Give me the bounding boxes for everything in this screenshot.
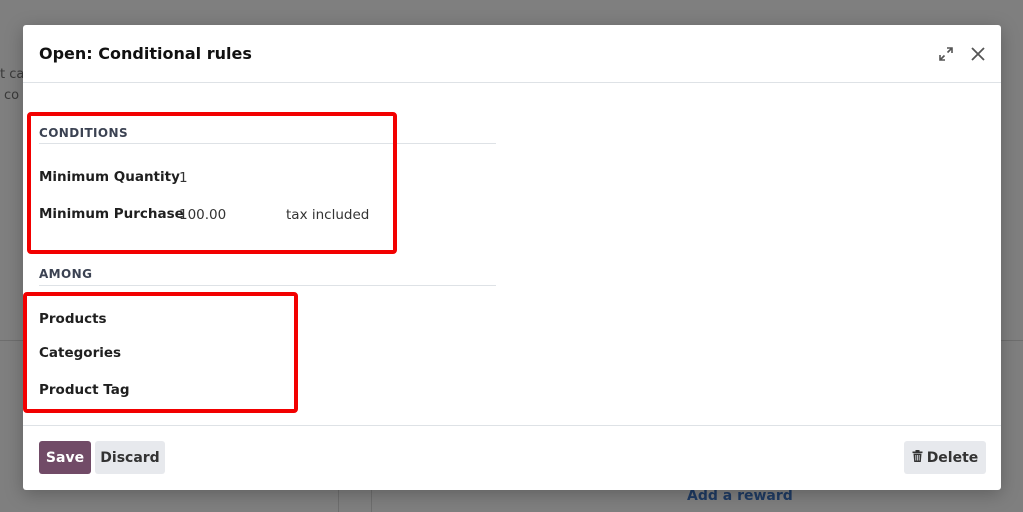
trash-icon [912, 449, 923, 466]
dialog-title: Open: Conditional rules [39, 44, 252, 63]
among-divider [39, 285, 496, 286]
conditional-rules-dialog: Open: Conditional rules CONDITIONS Minim… [23, 25, 1001, 490]
close-icon[interactable] [967, 43, 989, 65]
add-reward-link[interactable]: Add a reward [687, 488, 793, 504]
background-divider [371, 490, 372, 512]
background-divider [0, 340, 23, 341]
background-divider [338, 490, 339, 512]
discard-button[interactable]: Discard [95, 441, 165, 474]
dialog-header: Open: Conditional rules [23, 25, 1001, 83]
background-text: t ca [0, 67, 25, 82]
among-section-title: AMONG [39, 267, 93, 281]
minimum-quantity-field[interactable]: 1 [179, 170, 188, 186]
minimum-purchase-label: Minimum Purchase [39, 206, 184, 222]
tax-mode-select[interactable]: tax included [286, 207, 369, 223]
background-text: co [4, 88, 20, 103]
conditions-section-title: CONDITIONS [39, 126, 129, 140]
background-divider [1001, 340, 1023, 341]
categories-label: Categories [39, 345, 122, 361]
expand-icon[interactable] [935, 43, 957, 65]
conditions-divider [39, 143, 496, 144]
delete-button[interactable]: Delete [904, 441, 986, 474]
delete-button-label: Delete [926, 449, 979, 466]
products-label: Products [39, 311, 107, 327]
minimum-purchase-field[interactable]: 100.00 [179, 207, 226, 223]
footer-divider [23, 425, 1001, 426]
save-button[interactable]: Save [39, 441, 91, 474]
minimum-quantity-label: Minimum Quantity [39, 169, 180, 185]
product-tag-label: Product Tag [39, 382, 130, 398]
